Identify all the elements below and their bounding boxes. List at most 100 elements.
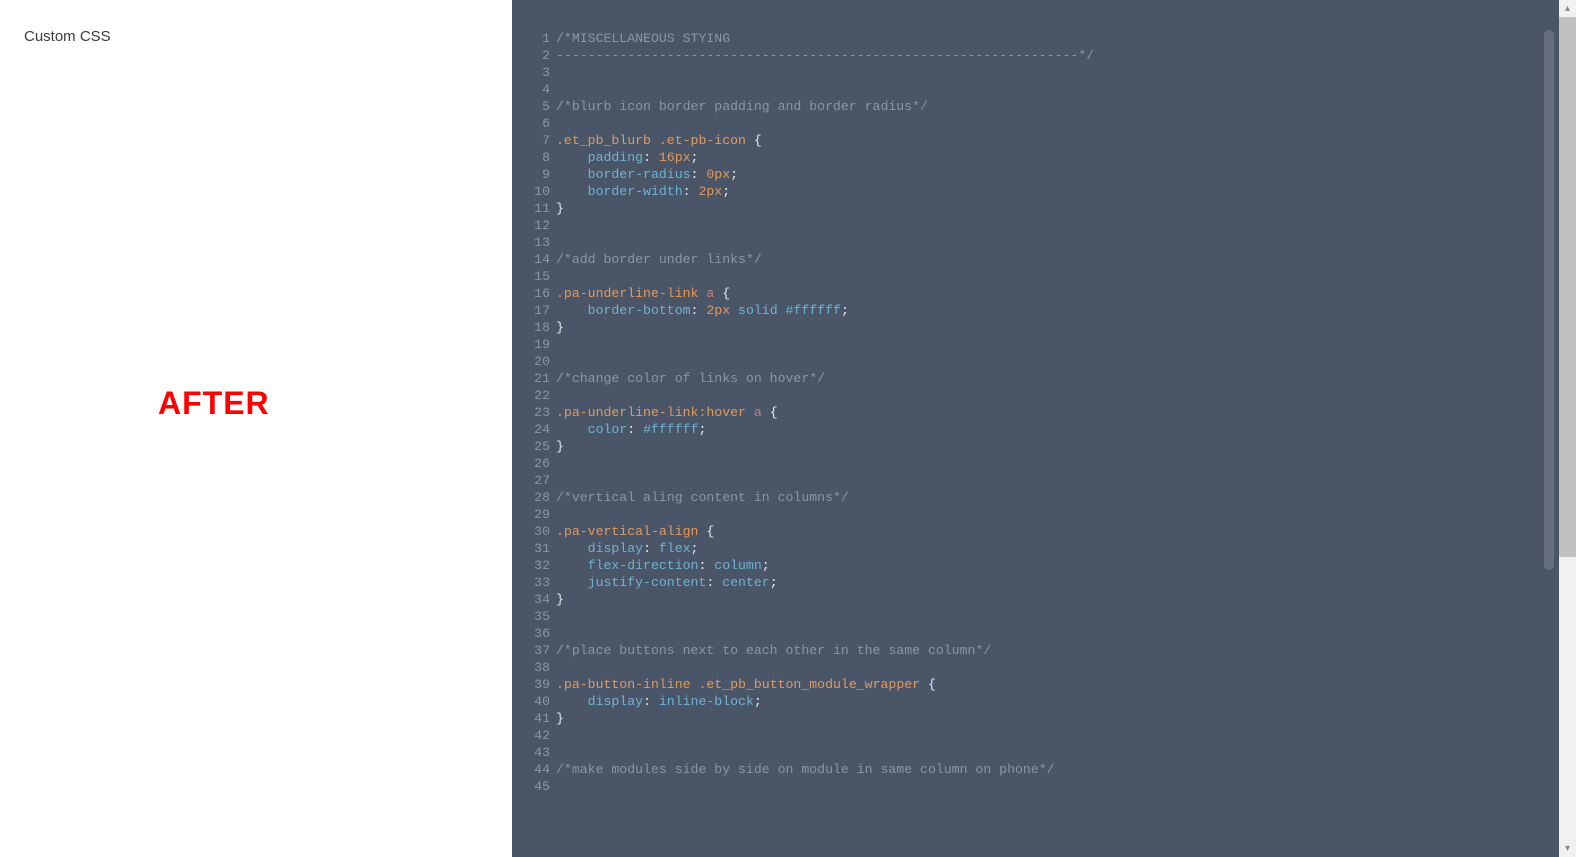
- code-line[interactable]: 13: [530, 234, 1576, 251]
- code-editor[interactable]: 1/*MISCELLANEOUS STYING2----------------…: [512, 0, 1576, 857]
- line-number: 23: [530, 404, 550, 421]
- code-line[interactable]: 32 flex-direction: column;: [530, 557, 1576, 574]
- code-line[interactable]: 4: [530, 81, 1576, 98]
- code-line[interactable]: 29: [530, 506, 1576, 523]
- code-content[interactable]: }: [550, 710, 564, 727]
- code-line[interactable]: 17 border-bottom: 2px solid #ffffff;: [530, 302, 1576, 319]
- code-line[interactable]: 35: [530, 608, 1576, 625]
- code-line[interactable]: 21/*change color of links on hover*/: [530, 370, 1576, 387]
- code-line[interactable]: 33 justify-content: center;: [530, 574, 1576, 591]
- code-content[interactable]: }: [550, 200, 564, 217]
- code-line[interactable]: 45: [530, 778, 1576, 795]
- code-content[interactable]: /*add border under links*/: [550, 251, 762, 268]
- code-content[interactable]: [550, 234, 564, 251]
- code-content[interactable]: [550, 472, 564, 489]
- code-line[interactable]: 27: [530, 472, 1576, 489]
- code-content[interactable]: }: [550, 591, 564, 608]
- code-line[interactable]: 44/*make modules side by side on module …: [530, 761, 1576, 778]
- code-line[interactable]: 10 border-width: 2px;: [530, 183, 1576, 200]
- code-line[interactable]: 22: [530, 387, 1576, 404]
- code-line[interactable]: 42: [530, 727, 1576, 744]
- code-content[interactable]: /*blurb icon border padding and border r…: [550, 98, 928, 115]
- code-content[interactable]: [550, 217, 564, 234]
- code-content[interactable]: [550, 64, 564, 81]
- code-line[interactable]: 43: [530, 744, 1576, 761]
- line-number: 40: [530, 693, 550, 710]
- code-line[interactable]: 15: [530, 268, 1576, 285]
- code-content[interactable]: display: inline-block;: [550, 693, 762, 710]
- code-content[interactable]: [550, 115, 564, 132]
- code-content[interactable]: /*place buttons next to each other in th…: [550, 642, 991, 659]
- code-line[interactable]: 37/*place buttons next to each other in …: [530, 642, 1576, 659]
- code-content[interactable]: [550, 608, 564, 625]
- code-line[interactable]: 16.pa-underline-link a {: [530, 285, 1576, 302]
- code-line[interactable]: 11}: [530, 200, 1576, 217]
- code-line[interactable]: 5/*blurb icon border padding and border …: [530, 98, 1576, 115]
- scroll-up-icon[interactable]: ▴: [1559, 0, 1576, 17]
- code-content[interactable]: [550, 387, 564, 404]
- code-content[interactable]: border-radius: 0px;: [550, 166, 738, 183]
- code-content[interactable]: }: [550, 319, 564, 336]
- code-line[interactable]: 31 display: flex;: [530, 540, 1576, 557]
- code-content[interactable]: display: flex;: [550, 540, 698, 557]
- code-content[interactable]: [550, 744, 564, 761]
- code-line[interactable]: 36: [530, 625, 1576, 642]
- code-content[interactable]: .et_pb_blurb .et-pb-icon {: [550, 132, 762, 149]
- code-content[interactable]: [550, 81, 564, 98]
- code-content[interactable]: [550, 353, 564, 370]
- code-content[interactable]: }: [550, 438, 564, 455]
- code-content[interactable]: /*make modules side by side on module in…: [550, 761, 1055, 778]
- code-line[interactable]: 20: [530, 353, 1576, 370]
- editor-scrollbar-thumb[interactable]: [1544, 30, 1554, 570]
- code-content[interactable]: /*MISCELLANEOUS STYING: [550, 30, 730, 47]
- code-content[interactable]: .pa-underline-link a {: [550, 285, 730, 302]
- code-line[interactable]: 19: [530, 336, 1576, 353]
- code-line[interactable]: 41}: [530, 710, 1576, 727]
- code-content[interactable]: .pa-underline-link:hover a {: [550, 404, 778, 421]
- code-content[interactable]: border-width: 2px;: [550, 183, 730, 200]
- code-line[interactable]: 14/*add border under links*/: [530, 251, 1576, 268]
- code-content[interactable]: [550, 336, 564, 353]
- code-content[interactable]: /*change color of links on hover*/: [550, 370, 825, 387]
- code-content[interactable]: [550, 727, 564, 744]
- code-line[interactable]: 8 padding: 16px;: [530, 149, 1576, 166]
- code-line[interactable]: 6: [530, 115, 1576, 132]
- code-line[interactable]: 38: [530, 659, 1576, 676]
- code-line[interactable]: 39.pa-button-inline .et_pb_button_module…: [530, 676, 1576, 693]
- code-line[interactable]: 12: [530, 217, 1576, 234]
- code-line[interactable]: 34}: [530, 591, 1576, 608]
- code-content[interactable]: [550, 268, 564, 285]
- page-scrollbar-thumb[interactable]: [1559, 17, 1576, 557]
- code-content[interactable]: justify-content: center;: [550, 574, 778, 591]
- code-content[interactable]: [550, 506, 564, 523]
- code-line[interactable]: 9 border-radius: 0px;: [530, 166, 1576, 183]
- code-line[interactable]: 3: [530, 64, 1576, 81]
- code-line[interactable]: 7.et_pb_blurb .et-pb-icon {: [530, 132, 1576, 149]
- code-line[interactable]: 28/*vertical aling content in columns*/: [530, 489, 1576, 506]
- code-content[interactable]: [550, 625, 564, 642]
- code-content[interactable]: padding: 16px;: [550, 149, 698, 166]
- code-content[interactable]: color: #ffffff;: [550, 421, 706, 438]
- code-line[interactable]: 40 display: inline-block;: [530, 693, 1576, 710]
- line-number: 11: [530, 200, 550, 217]
- code-line[interactable]: 26: [530, 455, 1576, 472]
- code-line[interactable]: 30.pa-vertical-align {: [530, 523, 1576, 540]
- code-line[interactable]: 1/*MISCELLANEOUS STYING: [530, 30, 1576, 47]
- code-line[interactable]: 23.pa-underline-link:hover a {: [530, 404, 1576, 421]
- code-content[interactable]: ----------------------------------------…: [550, 47, 1094, 64]
- code-line[interactable]: 2---------------------------------------…: [530, 47, 1576, 64]
- code-content[interactable]: .pa-vertical-align {: [550, 523, 714, 540]
- code-content[interactable]: [550, 455, 564, 472]
- scroll-down-icon[interactable]: ▾: [1559, 840, 1576, 857]
- code-content[interactable]: [550, 778, 564, 795]
- code-line[interactable]: 24 color: #ffffff;: [530, 421, 1576, 438]
- code-content[interactable]: [550, 659, 564, 676]
- code-content[interactable]: border-bottom: 2px solid #ffffff;: [550, 302, 849, 319]
- code-line[interactable]: 25}: [530, 438, 1576, 455]
- code-content[interactable]: /*vertical aling content in columns*/: [550, 489, 849, 506]
- code-content[interactable]: .pa-button-inline .et_pb_button_module_w…: [550, 676, 936, 693]
- code-content[interactable]: flex-direction: column;: [550, 557, 770, 574]
- page-scrollbar[interactable]: ▴ ▾: [1559, 0, 1576, 857]
- code-line[interactable]: 18}: [530, 319, 1576, 336]
- code-editor-lines[interactable]: 1/*MISCELLANEOUS STYING2----------------…: [512, 30, 1576, 857]
